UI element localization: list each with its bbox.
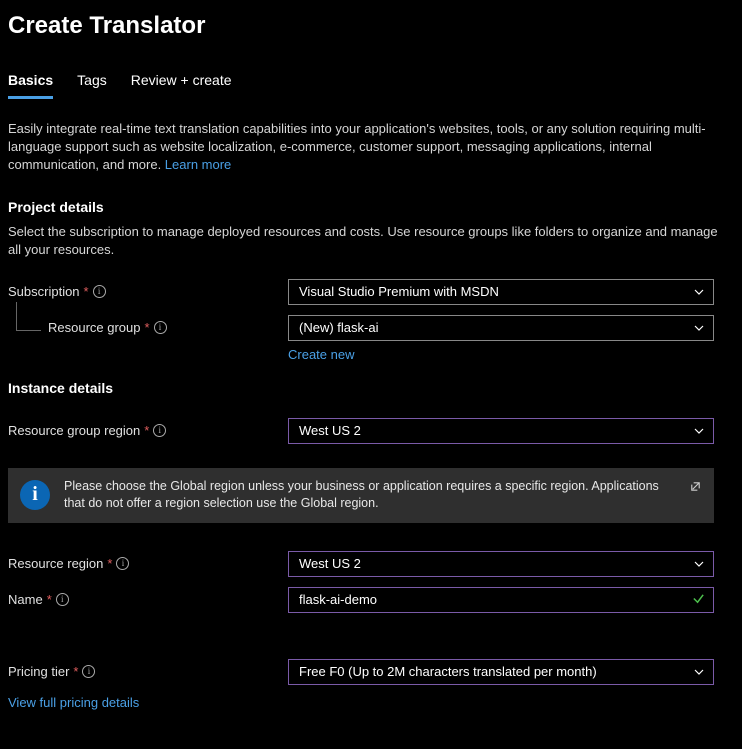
chevron-down-icon [693,286,705,298]
chevron-down-icon [693,558,705,570]
create-new-link[interactable]: Create new [288,347,354,362]
resource-group-value: (New) flask-ai [299,320,378,335]
external-link-icon[interactable] [689,480,702,496]
required-star: * [144,423,149,438]
resource-region-value: West US 2 [299,556,361,571]
required-star: * [84,284,89,299]
name-label: Name * i [8,592,288,607]
chevron-down-icon [693,666,705,678]
required-star: * [145,320,150,335]
chevron-down-icon [693,425,705,437]
resource-region-dropdown[interactable]: West US 2 [288,551,714,577]
info-icon[interactable]: i [82,665,95,678]
required-star: * [107,556,112,571]
subscription-label-text: Subscription [8,284,80,299]
required-star: * [47,592,52,607]
rg-region-value: West US 2 [299,423,361,438]
rg-region-dropdown[interactable]: West US 2 [288,418,714,444]
subscription-value: Visual Studio Premium with MSDN [299,284,499,299]
rg-region-label-text: Resource group region [8,423,140,438]
info-circle-icon: i [20,480,50,510]
tab-basics[interactable]: Basics [8,72,53,99]
chevron-down-icon [693,322,705,334]
name-input[interactable]: flask-ai-demo [288,587,714,613]
info-icon[interactable]: i [154,321,167,334]
info-icon[interactable]: i [93,285,106,298]
required-star: * [73,664,78,679]
region-info-text: Please choose the Global region unless y… [64,478,667,513]
tab-tags[interactable]: Tags [77,72,107,99]
intro-body: Easily integrate real-time text translat… [8,121,706,172]
region-info-box: i Please choose the Global region unless… [8,468,714,523]
project-details-desc: Select the subscription to manage deploy… [8,223,734,259]
pricing-tier-label: Pricing tier * i [8,664,288,679]
resource-group-label-text: Resource group [48,320,141,335]
subscription-dropdown[interactable]: Visual Studio Premium with MSDN [288,279,714,305]
subscription-label: Subscription * i [8,284,288,299]
resource-group-dropdown[interactable]: (New) flask-ai [288,315,714,341]
pricing-tier-label-text: Pricing tier [8,664,69,679]
instance-details-heading: Instance details [8,380,734,396]
resource-group-label: Resource group * i [8,320,288,335]
pricing-tier-value: Free F0 (Up to 2M characters translated … [299,664,597,679]
resource-region-label-text: Resource region [8,556,103,571]
name-label-text: Name [8,592,43,607]
project-details-heading: Project details [8,199,734,215]
view-full-pricing-link[interactable]: View full pricing details [8,695,139,710]
info-icon[interactable]: i [116,557,129,570]
intro-text: Easily integrate real-time text translat… [8,120,728,175]
page-title: Create Translator [8,12,734,40]
tab-review-create[interactable]: Review + create [131,72,232,99]
tab-bar: Basics Tags Review + create [8,72,734,100]
resource-region-label: Resource region * i [8,556,288,571]
info-icon[interactable]: i [56,593,69,606]
rg-region-label: Resource group region * i [8,423,288,438]
pricing-tier-dropdown[interactable]: Free F0 (Up to 2M characters translated … [288,659,714,685]
check-icon [692,592,705,608]
name-value: flask-ai-demo [299,592,377,607]
info-icon[interactable]: i [153,424,166,437]
learn-more-link[interactable]: Learn more [165,157,231,172]
